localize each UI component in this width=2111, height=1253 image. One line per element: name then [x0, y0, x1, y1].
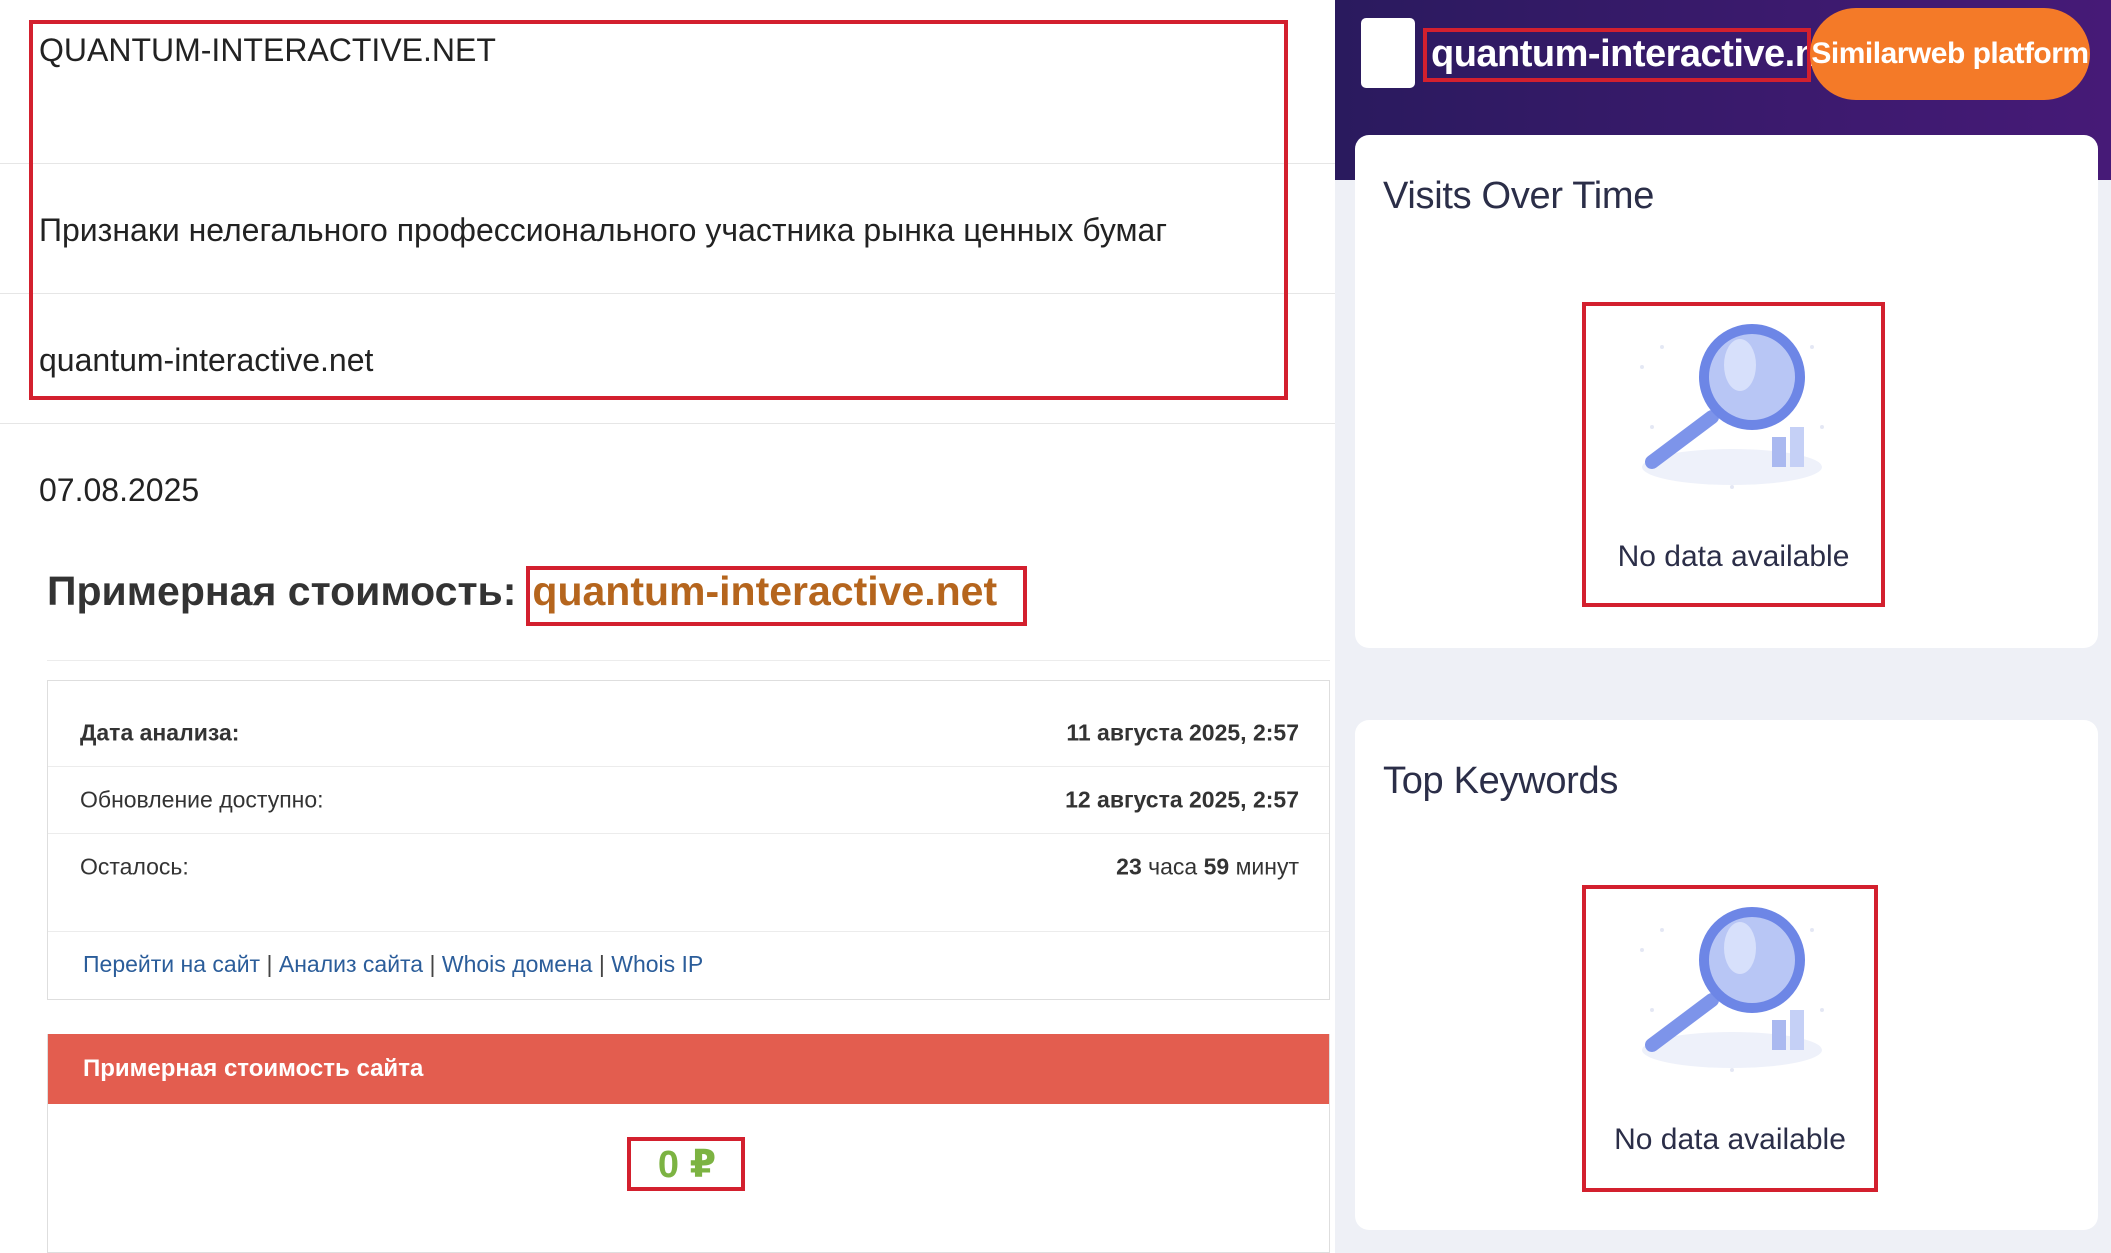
visits-over-time-title: Visits Over Time — [1383, 175, 1655, 217]
highlight-box-cost-domain — [526, 566, 1027, 626]
analysis-date-value: 11 августа 2025, 2:57 — [1066, 719, 1299, 745]
remaining-label: Осталось: — [80, 853, 189, 879]
visits-over-time-card: Visits Over Time No data available — [1355, 135, 2098, 648]
update-value: 12 августа 2025, 2:57 — [1065, 786, 1299, 812]
site-links: Перейти на сайт | Анализ сайта | Whois д… — [83, 951, 703, 978]
link-separator: | — [429, 951, 436, 977]
publication-date: 07.08.2025 — [39, 472, 200, 508]
left-panel: QUANTUM-INTERACTIVE.NET Признаки нелегал… — [0, 0, 1335, 1253]
top-keywords-card: Top Keywords No data available — [1355, 720, 2098, 1230]
remaining-minutes: 59 — [1203, 853, 1230, 879]
highlight-box-keywords — [1582, 885, 1878, 1192]
highlight-box-visits — [1582, 302, 1885, 607]
whois-ip-link[interactable]: Whois IP — [611, 951, 703, 977]
row-divider — [47, 660, 1330, 661]
link-separator: | — [266, 951, 273, 977]
site-value-header: Примерная стоимость сайта — [48, 1034, 1329, 1104]
site-analysis-link[interactable]: Анализ сайта — [279, 951, 423, 977]
site-value-header-label: Примерная стоимость сайта — [83, 1055, 424, 1082]
top-keywords-title: Top Keywords — [1383, 760, 1619, 802]
remaining-minutes-unit: минут — [1235, 853, 1299, 879]
remaining-value: 23 часа 59 минут — [1116, 853, 1299, 880]
highlight-box-info — [29, 20, 1288, 400]
remaining-hours: 23 — [1116, 853, 1142, 879]
analysis-details: Дата анализа: 11 августа 2025, 2:57 Обно… — [47, 680, 1330, 1000]
remaining-hours-unit: часа — [1148, 853, 1198, 879]
highlight-box-amount — [627, 1137, 745, 1191]
cost-heading-label: Примерная стоимость: — [47, 568, 517, 614]
remaining-row: Осталось: 23 часа 59 минут — [48, 833, 1329, 900]
update-row: Обновление доступно: 12 августа 2025, 2:… — [48, 766, 1329, 833]
link-separator: | — [598, 951, 605, 977]
analysis-date-row: Дата анализа: 11 августа 2025, 2:57 — [48, 699, 1329, 766]
analysis-date-label: Дата анализа: — [80, 719, 240, 745]
site-favicon — [1361, 18, 1415, 88]
similarweb-platform-button[interactable]: Similarweb platform — [1810, 8, 2090, 100]
row-divider — [0, 423, 1335, 424]
goto-site-link[interactable]: Перейти на сайт — [83, 951, 260, 977]
update-label: Обновление доступно: — [80, 786, 324, 812]
whois-domain-link[interactable]: Whois домена — [442, 951, 593, 977]
highlight-box-domain-title — [1423, 28, 1811, 82]
row-divider — [48, 931, 1329, 932]
similarweb-panel: quantum-interactive.net Similarweb platf… — [1335, 0, 2111, 1253]
